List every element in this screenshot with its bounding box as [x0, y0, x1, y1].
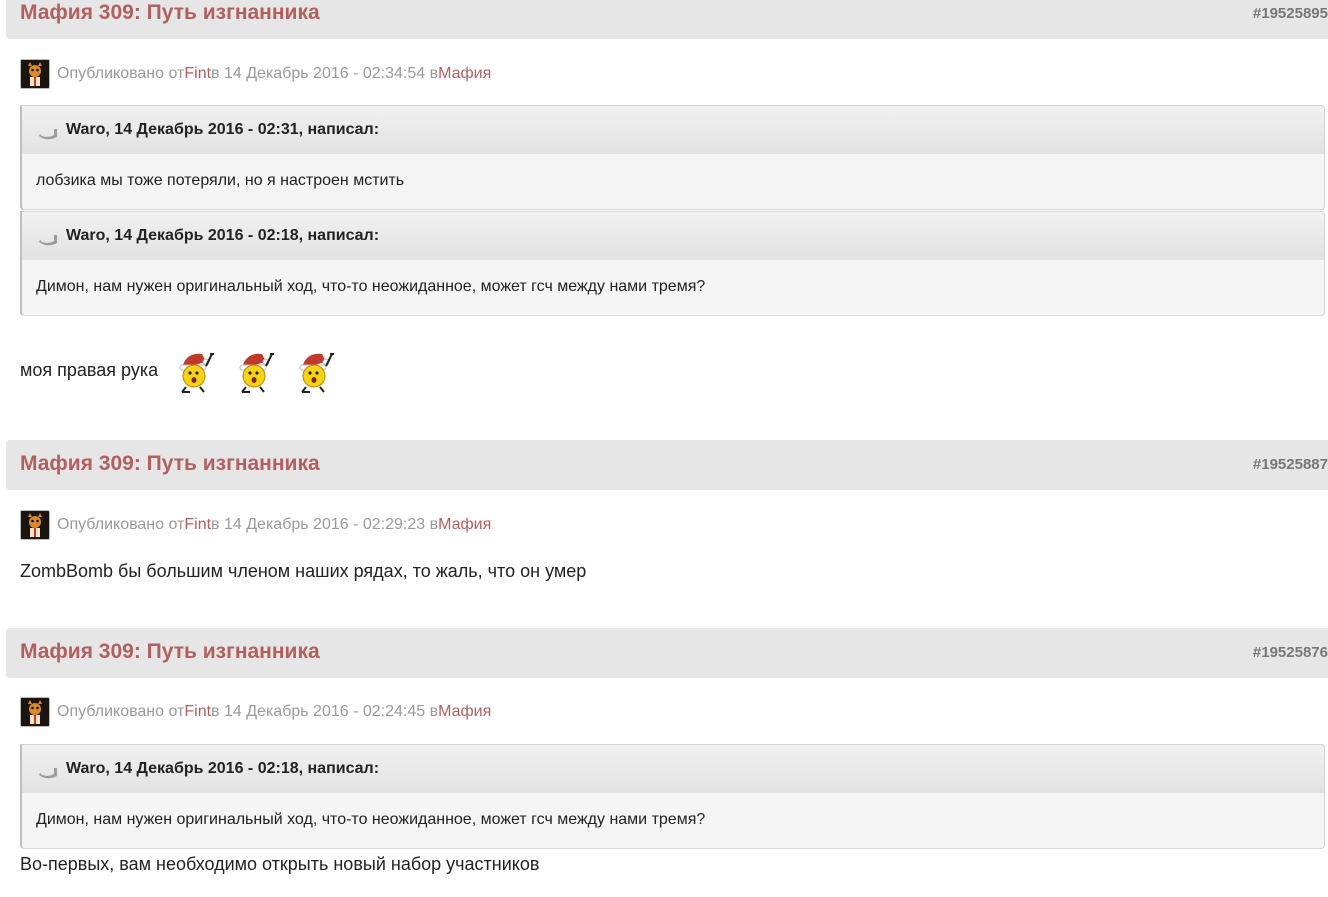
quote-text: Димон, нам нужен оригинальный ход, что-т… [36, 811, 706, 828]
quote-header: Waro, 14 Декабрь 2016 - 02:18, написал: [22, 212, 1324, 260]
quote-arrow-icon [39, 768, 57, 779]
post-id-link[interactable]: #19525887 [1253, 456, 1328, 473]
published-label: Опубликовано от [57, 65, 185, 82]
post-meta: Опубликовано от Fint в 14 Декабрь 2016 -… [20, 696, 491, 728]
author-link[interactable]: Fint [184, 703, 211, 721]
forum-link[interactable]: Мафия [438, 65, 491, 83]
published-label: Опубликовано от [57, 703, 185, 720]
published-label: Опубликовано от [57, 516, 185, 533]
post-header: Мафия 309: Путь изгнанника #19525887 [6, 440, 1328, 490]
post-id-link[interactable]: #19525876 [1253, 644, 1328, 661]
post-title-link[interactable]: Мафия 309: Путь изгнанника [20, 452, 320, 476]
quote-author: Waro, 14 Декабрь 2016 - 02:31, написал: [66, 121, 380, 138]
quote-text: Димон, нам нужен оригинальный ход, что-т… [36, 278, 706, 295]
quote-author: Waro, 14 Декабрь 2016 - 02:18, написал: [66, 760, 380, 777]
quote-arrow-icon [39, 235, 57, 246]
santa-smiley-icon [299, 353, 335, 393]
post-meta: Опубликовано от Fint в 14 Декабрь 2016 -… [20, 509, 491, 541]
post-title-link[interactable]: Мафия 309: Путь изгнанника [20, 1, 320, 25]
post-text: Во-первых, вам необходимо открыть новый … [20, 854, 540, 874]
post-id-link[interactable]: #19525895 [1253, 5, 1328, 22]
user-avatar[interactable] [20, 697, 50, 727]
forum-link[interactable]: Мафия [438, 516, 491, 534]
quote-block: Waro, 14 Декабрь 2016 - 02:18, написал: … [20, 744, 1325, 849]
user-avatar[interactable] [20, 59, 50, 89]
quote-text: лобзика мы тоже потеряли, но я настроен … [36, 172, 405, 189]
post-body: моя правая рука [20, 342, 340, 398]
author-link[interactable]: Fint [184, 516, 211, 534]
post-text: моя правая рука [20, 359, 159, 380]
post-title-link[interactable]: Мафия 309: Путь изгнанника [20, 640, 320, 664]
quote-header: Waro, 14 Декабрь 2016 - 02:18, написал: [22, 745, 1324, 793]
author-link[interactable]: Fint [184, 65, 211, 83]
quote-arrow-icon [39, 129, 57, 140]
post-header: Мафия 309: Путь изгнанника #19525876 [6, 628, 1328, 678]
post-header: Мафия 309: Путь изгнанника #19525895 [6, 0, 1328, 39]
quote-block: Waro, 14 Декабрь 2016 - 02:31, написал: … [20, 105, 1325, 210]
quote-block: Waro, 14 Декабрь 2016 - 02:18, написал: … [20, 211, 1325, 316]
forum-link[interactable]: Мафия [438, 703, 491, 721]
quote-author: Waro, 14 Декабрь 2016 - 02:18, написал: [66, 227, 380, 244]
santa-smiley-icon [239, 353, 275, 393]
user-avatar[interactable] [20, 510, 50, 540]
santa-smiley-icon [179, 353, 215, 393]
quote-header: Waro, 14 Декабрь 2016 - 02:31, написал: [22, 106, 1324, 154]
post-date: в 14 Декабрь 2016 - 02:29:23 в [211, 516, 439, 533]
post-date: в 14 Декабрь 2016 - 02:24:45 в [211, 703, 439, 720]
post-text: ZombBomb бы большим членом наших рядах, … [20, 561, 587, 581]
post-date: в 14 Декабрь 2016 - 02:34:54 в [211, 65, 439, 82]
post-meta: Опубликовано от Fint в 14 Декабрь 2016 -… [20, 58, 491, 90]
